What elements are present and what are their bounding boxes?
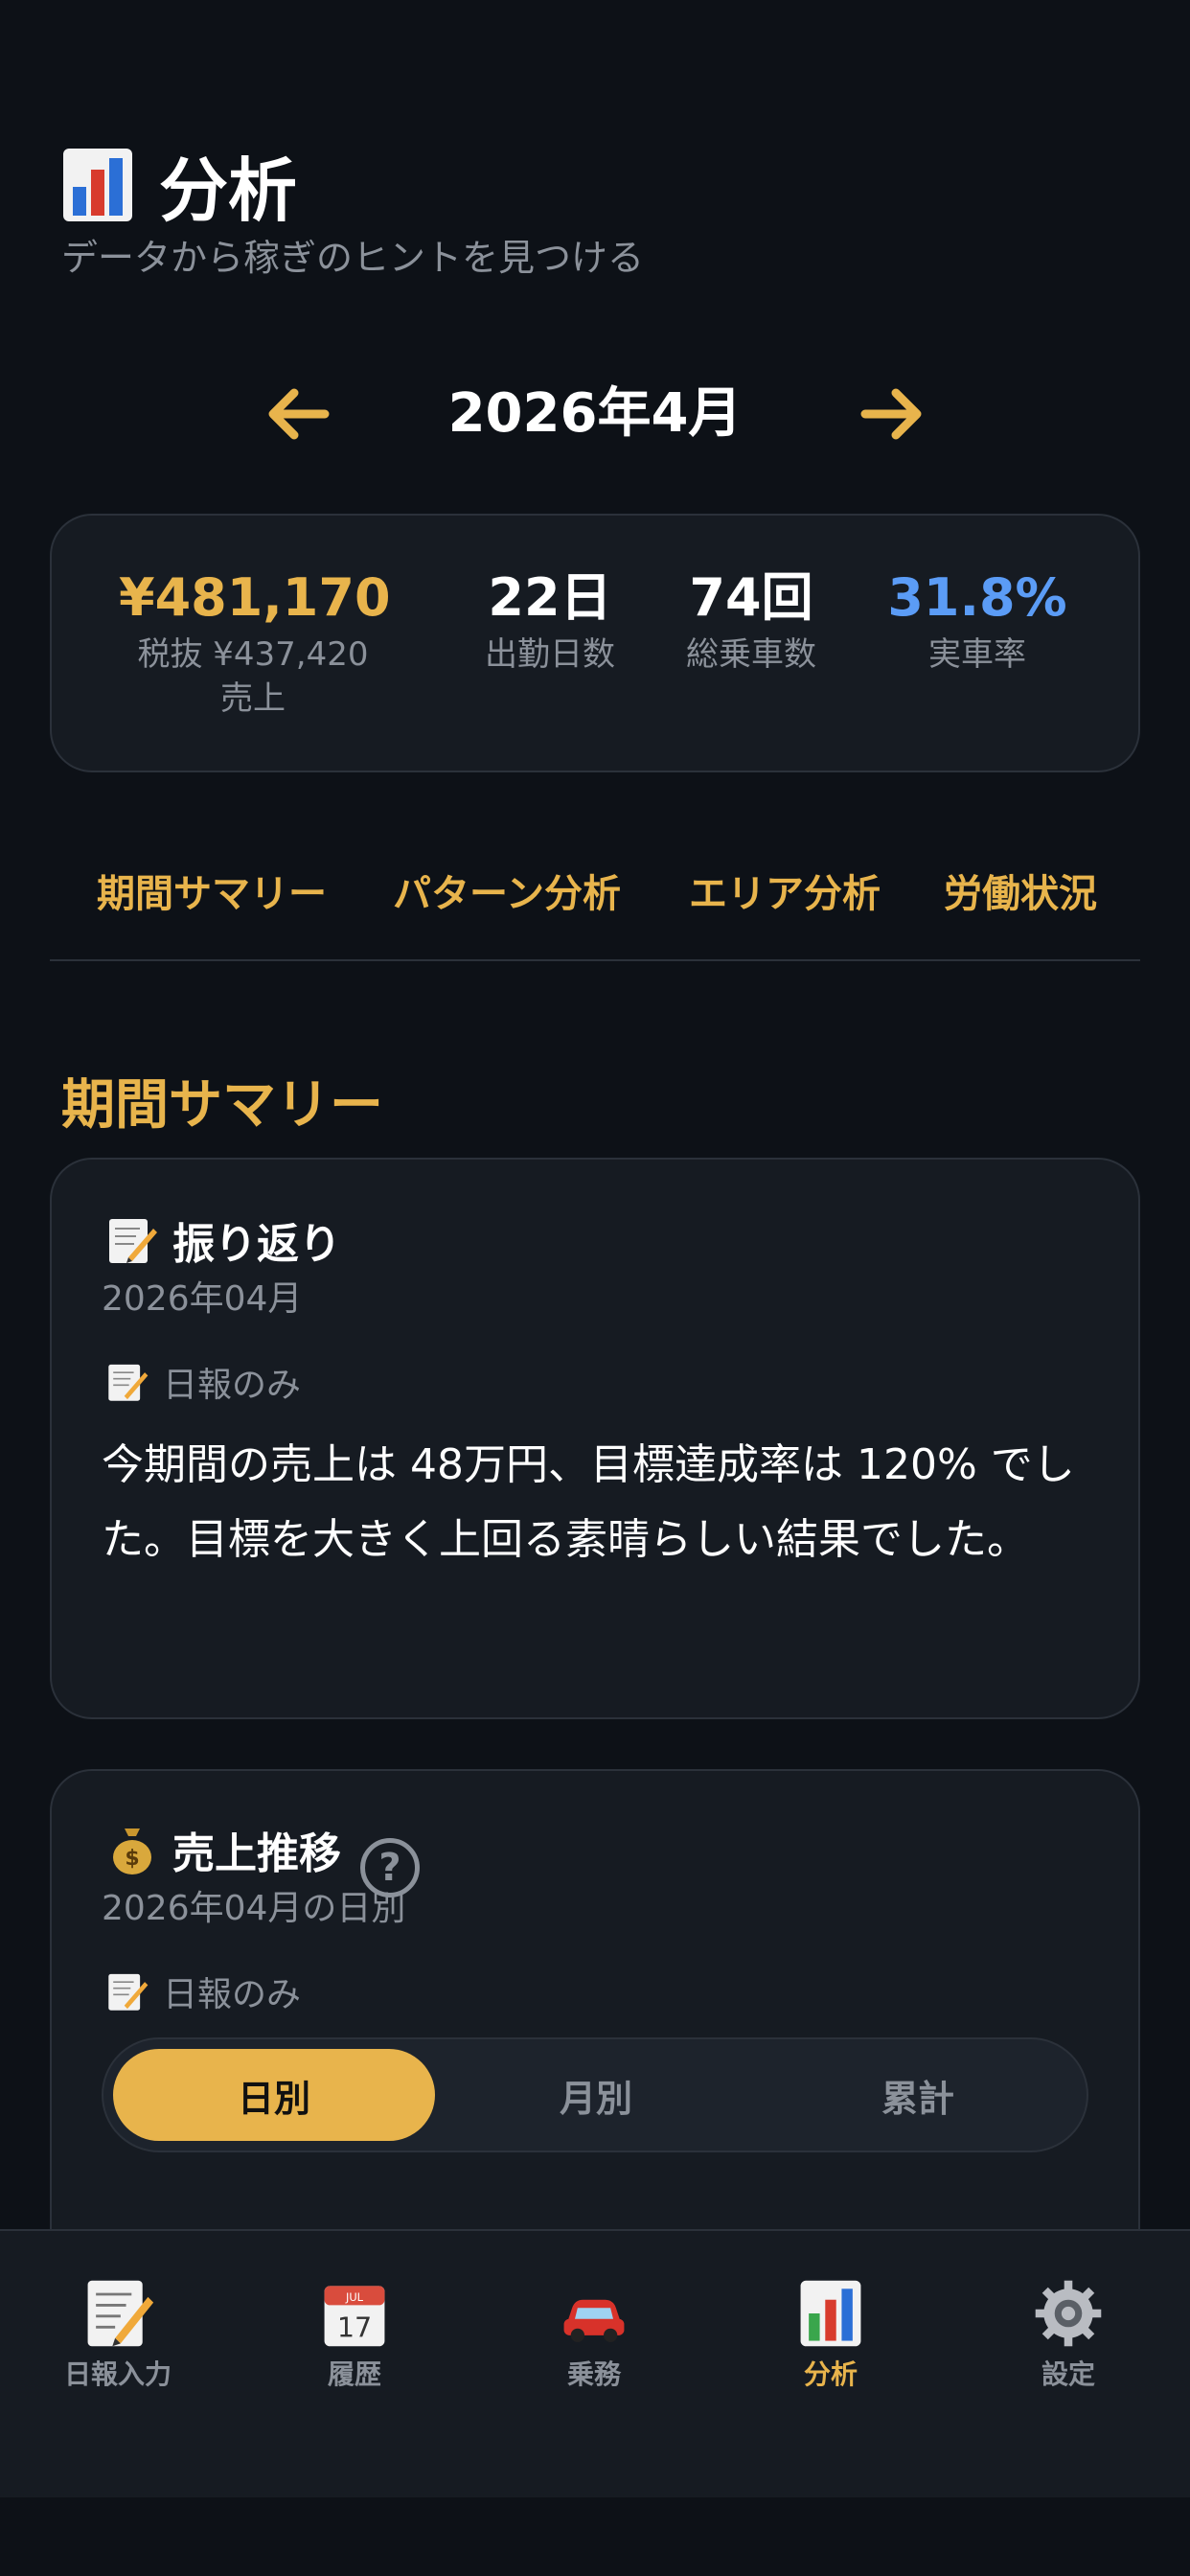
- sales-card-header: $ 売上推移: [105, 1819, 341, 1880]
- home-indicator-area: [0, 2497, 1190, 2576]
- stat-sales: ¥481,170 税抜 ¥437,420 売上: [119, 564, 391, 721]
- tab-pattern-analysis[interactable]: パターン分析: [393, 862, 621, 918]
- car-icon: [556, 2275, 632, 2352]
- sales-card-title: 売上推移: [172, 1829, 341, 1878]
- next-month-button[interactable]: [855, 376, 931, 452]
- tabbar-item-history[interactable]: JUL 17 履歴: [278, 2275, 431, 2392]
- review-body-text: 今期間の売上は 48万円、目標達成率は 120% でした。目標を大きく上回る素晴…: [102, 1440, 1075, 1564]
- review-source-label: 日報のみ: [163, 1366, 302, 1405]
- sales-tax-excluded: 税抜 ¥437,420: [137, 635, 369, 674]
- days-label: 出勤日数: [485, 635, 615, 674]
- tabbar-label: 日報入力: [63, 2358, 172, 2390]
- tabbar-item-daily-report[interactable]: 日報入力: [41, 2275, 195, 2392]
- sales-source-badge: 日報のみ: [105, 1966, 301, 2016]
- memo-icon: [80, 2275, 156, 2352]
- tabbar-item-duty[interactable]: 乗務: [517, 2275, 671, 2392]
- calendar-icon: JUL 17: [316, 2275, 393, 2352]
- memo-icon: [105, 1213, 159, 1267]
- stat-rate: 31.8% 実車率: [872, 564, 1083, 677]
- period-segmented-control: 日別 月別 累計: [102, 2037, 1088, 2152]
- review-card-date: 2026年04月: [102, 1279, 303, 1319]
- tab-area-analysis[interactable]: エリア分析: [689, 862, 881, 918]
- segment-cumulative[interactable]: 累計: [757, 2049, 1079, 2141]
- tab-divider: [50, 959, 1140, 961]
- month-label: 2026年4月: [447, 382, 743, 445]
- bar-chart-icon: [63, 148, 132, 221]
- money-bag-icon: $: [105, 1823, 159, 1876]
- segment-daily[interactable]: 日別: [113, 2049, 435, 2141]
- arrow-left-icon: [268, 388, 330, 440]
- memo-icon: [105, 1969, 149, 2013]
- gear-icon: [1030, 2275, 1107, 2352]
- segment-monthly[interactable]: 月別: [435, 2049, 757, 2141]
- tab-period-summary[interactable]: 期間サマリー: [97, 862, 327, 918]
- tabbar-label: 乗務: [566, 2358, 621, 2390]
- review-source-badge: 日報のみ: [105, 1357, 301, 1407]
- sales-value: ¥481,170: [119, 567, 391, 628]
- tabbar-item-analysis[interactable]: 分析: [754, 2275, 907, 2392]
- memo-icon: [105, 1360, 149, 1404]
- svg-text:17: 17: [337, 2311, 372, 2343]
- page-title: 分析: [159, 150, 298, 231]
- rate-label: 実車率: [928, 635, 1026, 674]
- rate-value: 31.8%: [887, 567, 1067, 628]
- review-card-header: 振り返り: [105, 1209, 341, 1271]
- stat-days: 22日 出勤日数: [454, 564, 646, 677]
- tabbar-label: 分析: [803, 2358, 858, 2390]
- sales-card-date: 2026年04月の日別: [102, 1889, 406, 1928]
- svg-text:$: $: [125, 1847, 139, 1871]
- section-title: 期間サマリー: [61, 1074, 383, 1137]
- days-value: 22日: [488, 567, 612, 628]
- prev-month-button[interactable]: [259, 376, 335, 452]
- review-card: 振り返り 2026年04月 日報のみ 今期間の売上は 48万円、目標達成率は 1…: [50, 1158, 1140, 1719]
- tabbar-label: 設定: [1041, 2358, 1095, 2390]
- stat-rides: 74回 総乗車数: [655, 564, 847, 677]
- review-card-title: 振り返り: [172, 1220, 341, 1269]
- bottom-tab-bar: 日報入力 JUL 17 履歴 乗務 分析 設定: [0, 2229, 1190, 2497]
- sales-label: 売上: [220, 679, 286, 718]
- tabbar-item-settings[interactable]: 設定: [992, 2275, 1145, 2392]
- page-header: 分析: [63, 134, 297, 235]
- tabbar-label: 履歴: [327, 2358, 381, 2390]
- rides-label: 総乗車数: [686, 635, 816, 674]
- bar-chart-icon: [792, 2275, 869, 2352]
- rides-value: 74回: [689, 567, 813, 628]
- page-subtitle: データから稼ぎのヒントを見つける: [61, 237, 645, 279]
- sales-trend-card: $ 売上推移 ? 2026年04月の日別 日報のみ 日別 月別 累計: [50, 1769, 1140, 2306]
- svg-text:JUL: JUL: [345, 2290, 364, 2304]
- sales-source-label: 日報のみ: [163, 1975, 302, 2014]
- stats-card: ¥481,170 税抜 ¥437,420 売上 22日 出勤日数 74回 総乗車…: [50, 514, 1140, 772]
- arrow-right-icon: [860, 388, 922, 440]
- tab-work-status[interactable]: 労働状況: [944, 862, 1097, 918]
